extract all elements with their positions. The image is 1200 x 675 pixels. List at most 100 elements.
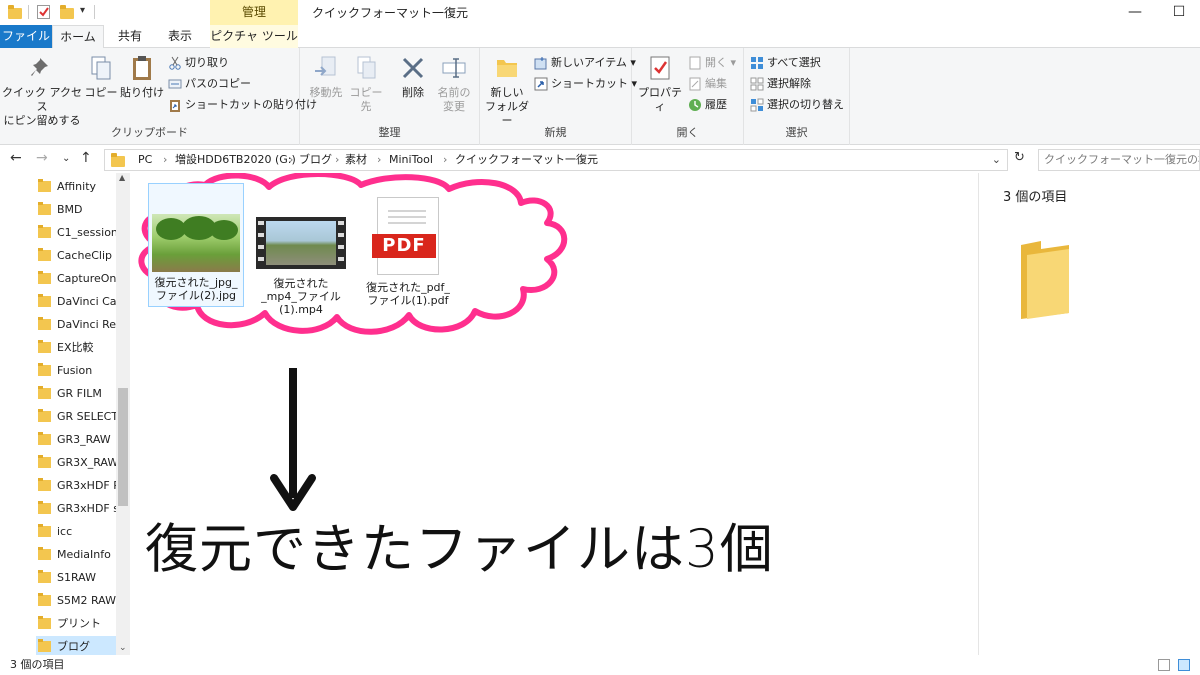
nav-item[interactable]: GR SELECT bbox=[36, 406, 116, 428]
nav-item[interactable]: EX比較 bbox=[36, 337, 116, 359]
refresh-icon[interactable]: ↻ bbox=[1014, 150, 1025, 165]
new-folder-icon[interactable] bbox=[60, 5, 74, 19]
paste-button[interactable]: 貼り付け bbox=[120, 54, 164, 100]
scroll-down-icon[interactable]: ⌄ bbox=[119, 643, 127, 653]
nav-item[interactable]: CaptureOne bbox=[36, 268, 116, 290]
separator bbox=[28, 5, 29, 19]
paste-shortcut-button[interactable]: ショートカットの貼り付け bbox=[168, 96, 317, 114]
invert-selection-button[interactable]: 選択の切り替え bbox=[750, 96, 844, 114]
nav-item[interactable]: GR FILM bbox=[36, 383, 116, 405]
rename-button[interactable]: 名前の 変更 bbox=[432, 54, 476, 114]
nav-item[interactable]: ブログ bbox=[36, 636, 116, 655]
maximize-button[interactable]: ☐ bbox=[1164, 2, 1194, 22]
copy-path-button[interactable]: パスのコピー bbox=[168, 75, 251, 93]
properties-button[interactable]: プロパティ bbox=[636, 54, 684, 114]
search-input[interactable]: クイックフォーマット一復元の検索 bbox=[1038, 149, 1200, 171]
breadcrumb-pc[interactable]: PC bbox=[138, 150, 152, 170]
nav-item[interactable]: S1RAW bbox=[36, 567, 116, 589]
rename-label-line1: 名前の bbox=[437, 86, 471, 99]
recent-locations-chevron-icon[interactable]: ⌄ bbox=[62, 153, 70, 164]
forward-arrow-icon[interactable]: → bbox=[36, 150, 48, 166]
address-bar[interactable]: PC › 増設HDD6TB2020 (G:) › ブログ › 素材 › Mini… bbox=[104, 149, 1008, 171]
open-button[interactable]: 開く ▾ bbox=[688, 54, 736, 72]
shortcut-button[interactable]: ショートカット ▾ bbox=[534, 75, 637, 93]
properties-check-icon[interactable] bbox=[37, 5, 50, 19]
nav-item[interactable]: C1_session bbox=[36, 222, 116, 244]
copy-to-button[interactable]: コピー先 bbox=[346, 54, 386, 114]
folder-icon bbox=[38, 202, 51, 215]
new-folder-label-line1: 新しい bbox=[490, 86, 524, 99]
nav-item[interactable]: S5M2 RAW bbox=[36, 590, 116, 612]
tab-share[interactable]: 共有 bbox=[106, 25, 154, 48]
breadcrumb-separator[interactable]: › bbox=[443, 150, 447, 170]
back-arrow-icon[interactable]: ← bbox=[10, 150, 22, 166]
tab-file[interactable]: ファイル bbox=[0, 25, 52, 48]
nav-item[interactable]: BMD bbox=[36, 199, 116, 221]
jpg-thumbnail bbox=[152, 214, 240, 272]
address-history-chevron-icon[interactable]: ⌄ bbox=[992, 150, 1001, 170]
new-item-button[interactable]: 新しいアイテム ▾ bbox=[534, 54, 636, 72]
breadcrumb-blog[interactable]: ブログ bbox=[299, 150, 332, 170]
nav-item[interactable]: GR3X_RAW bbox=[36, 452, 116, 474]
nav-item[interactable]: Fusion bbox=[36, 360, 116, 382]
move-to-button[interactable]: 移動先 bbox=[306, 54, 346, 100]
cut-button[interactable]: 切り取り bbox=[168, 54, 229, 72]
film-perforation bbox=[338, 233, 344, 237]
file-item-pdf[interactable]: PDF 復元された_pdf_ファイル(1).pdf bbox=[360, 183, 456, 307]
minimize-button[interactable]: — bbox=[1120, 2, 1150, 22]
clipboard-icon bbox=[128, 54, 156, 82]
new-folder-button[interactable]: 新しい フォルダー bbox=[484, 54, 530, 128]
breadcrumb-separator[interactable]: › bbox=[163, 150, 167, 170]
annotation-arrow-shaft bbox=[289, 368, 297, 498]
file-item-mp4[interactable]: 復元された_mp4_ファイル(1).mp4 bbox=[253, 183, 349, 316]
tab-view[interactable]: 表示 bbox=[156, 25, 204, 48]
breadcrumb-separator[interactable]: › bbox=[377, 150, 381, 170]
large-icons-view-toggle-icon[interactable] bbox=[1178, 659, 1190, 671]
nav-item[interactable]: CacheClip bbox=[36, 245, 116, 267]
copy-button[interactable]: コピー bbox=[84, 54, 118, 100]
folder-icon bbox=[38, 639, 51, 652]
select-all-label: すべて選択 bbox=[767, 56, 821, 69]
tab-home[interactable]: ホーム bbox=[52, 25, 104, 48]
breadcrumb-separator[interactable]: › bbox=[289, 150, 293, 170]
select-none-button[interactable]: 選択解除 bbox=[750, 75, 811, 93]
nav-item[interactable]: GR3_RAW bbox=[36, 429, 116, 451]
folder-icon bbox=[111, 153, 125, 167]
nav-item[interactable]: Affinity bbox=[36, 176, 116, 198]
breadcrumb-current[interactable]: クイックフォーマット一復元 bbox=[455, 150, 598, 170]
nav-item[interactable]: DaVinci Resolve bbox=[36, 314, 116, 336]
up-arrow-icon[interactable]: ↑ bbox=[80, 150, 92, 166]
delete-button[interactable]: 削除 bbox=[394, 54, 432, 100]
details-view-toggle-icon[interactable] bbox=[1158, 659, 1170, 671]
edit-button[interactable]: 編集 bbox=[688, 75, 727, 93]
breadcrumb-separator[interactable]: › bbox=[335, 150, 339, 170]
nav-item[interactable]: GR3xHDF select bbox=[36, 498, 116, 520]
select-none-icon bbox=[750, 77, 764, 91]
address-row: ← → ⌄ ↑ PC › 増設HDD6TB2020 (G:) › ブログ › 素… bbox=[0, 145, 1200, 173]
select-all-icon bbox=[750, 56, 764, 70]
folder-icon[interactable] bbox=[8, 5, 22, 19]
nav-item-label: icc bbox=[57, 525, 73, 538]
file-item-jpg[interactable]: 復元された_jpg_ファイル(2).jpg bbox=[148, 183, 244, 307]
nav-item[interactable]: DaVinci Cache bbox=[36, 291, 116, 313]
copy-to-icon bbox=[352, 54, 380, 82]
film-perforation bbox=[338, 245, 344, 249]
scroll-up-icon[interactable]: ▲ bbox=[119, 173, 125, 182]
nav-item[interactable]: プリント bbox=[36, 613, 116, 635]
tab-picture-tools[interactable]: ピクチャ ツール bbox=[210, 25, 298, 48]
history-button[interactable]: 履歴 bbox=[688, 96, 727, 114]
folder-icon bbox=[38, 616, 51, 629]
nav-item[interactable]: icc bbox=[36, 521, 116, 543]
nav-scrollbar[interactable]: ▲ ⌄ bbox=[116, 173, 130, 655]
nav-item[interactable]: MediaInfo bbox=[36, 544, 116, 566]
breadcrumb-drive[interactable]: 増設HDD6TB2020 (G:) bbox=[175, 150, 296, 170]
pdf-icon: PDF bbox=[372, 197, 439, 275]
breadcrumb-material[interactable]: 素材 bbox=[345, 150, 367, 170]
quick-access-dropdown-icon[interactable]: ▾ bbox=[80, 5, 85, 16]
select-all-button[interactable]: すべて選択 bbox=[750, 54, 821, 72]
nav-scroll-thumb[interactable] bbox=[118, 388, 128, 506]
tab-manage[interactable]: 管理 bbox=[210, 0, 298, 25]
nav-item[interactable]: GR3xHDF RAW bbox=[36, 475, 116, 497]
breadcrumb-minitool[interactable]: MiniTool bbox=[389, 150, 433, 170]
pin-quick-access-button[interactable]: クイック アクセス にピン留めする bbox=[2, 54, 82, 128]
